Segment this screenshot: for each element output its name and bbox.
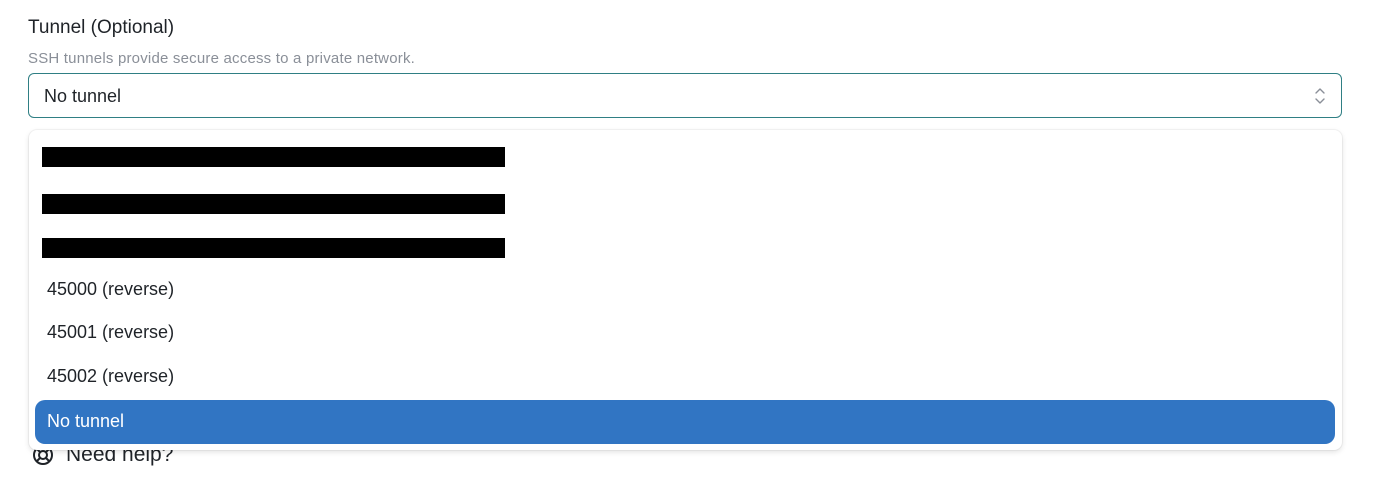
dropdown-option-label: 45000 (reverse) [47, 279, 175, 299]
chevron-up-down-icon [1315, 88, 1325, 104]
dropdown-option-label: 45001 (reverse) [47, 322, 175, 342]
redacted-bar [42, 194, 505, 214]
dropdown-option-redacted-1[interactable] [35, 134, 1335, 178]
dropdown-option-45002[interactable]: 45002 (reverse) [35, 355, 1335, 399]
tunnel-dropdown-menu: 45000 (reverse) 45001 (reverse) 45002 (r… [29, 130, 1342, 450]
redacted-bar [42, 147, 505, 167]
dropdown-option-no-tunnel[interactable]: No tunnel [35, 400, 1335, 444]
tunnel-field-label: Tunnel (Optional) [28, 17, 175, 38]
tunnel-field-help-text: SSH tunnels provide secure access to a p… [28, 50, 416, 67]
tunnel-select-value: No tunnel [44, 86, 122, 106]
dropdown-option-label: No tunnel [47, 411, 125, 431]
dropdown-option-45001[interactable]: 45001 (reverse) [35, 311, 1335, 355]
dropdown-option-redacted-3[interactable] [35, 225, 1335, 269]
dropdown-option-redacted-2[interactable] [35, 181, 1335, 225]
tunnel-select[interactable]: No tunnel [28, 73, 1342, 118]
dropdown-option-45000[interactable]: 45000 (reverse) [35, 268, 1335, 312]
redacted-bar [42, 238, 505, 258]
dropdown-option-label: 45002 (reverse) [47, 366, 175, 386]
